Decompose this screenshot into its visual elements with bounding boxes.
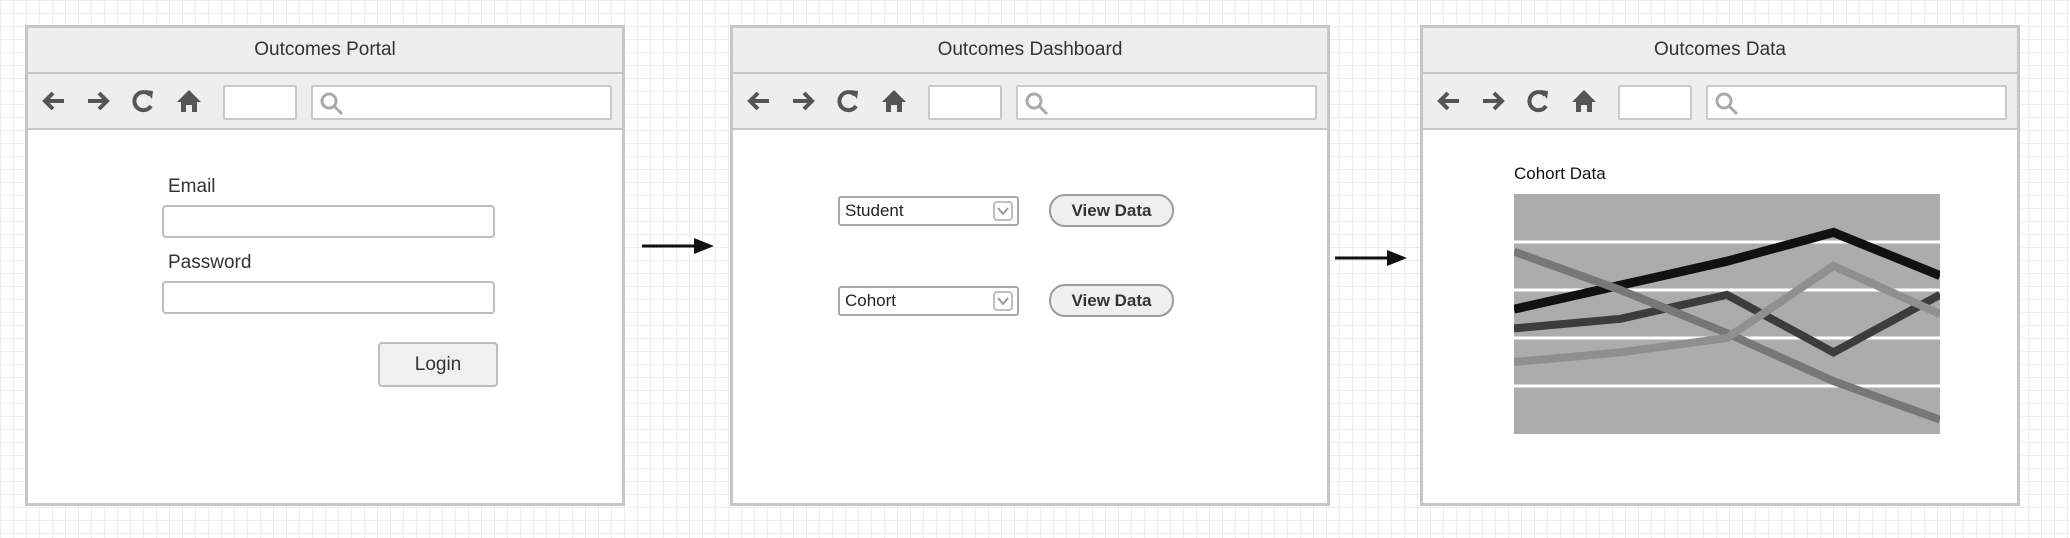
chevron-down-icon	[993, 201, 1013, 221]
window-title: Outcomes Portal	[28, 28, 622, 74]
window-title: Outcomes Dashboard	[733, 28, 1327, 74]
window-title: Outcomes Data	[1423, 28, 2017, 74]
outcomes-data-window: Outcomes Data Cohort Data	[1420, 25, 2020, 506]
outcomes-portal-window: Outcomes Portal Email Password Login	[25, 25, 625, 506]
login-button[interactable]: Login	[378, 342, 498, 387]
browser-toolbar	[1423, 74, 2017, 130]
search-icon	[320, 92, 344, 116]
cohort-line-chart	[1514, 194, 1940, 434]
browser-toolbar	[733, 74, 1327, 130]
search-field[interactable]	[311, 85, 612, 120]
home-icon[interactable]	[1570, 87, 1598, 115]
student-select[interactable]: Student	[838, 196, 1019, 226]
browser-toolbar	[28, 74, 622, 130]
back-arrow-icon[interactable]	[40, 87, 68, 115]
select-value: Student	[845, 201, 904, 220]
email-label: Email	[168, 176, 216, 197]
search-field[interactable]	[1706, 85, 2007, 120]
search-field[interactable]	[1016, 85, 1317, 120]
address-field[interactable]	[928, 85, 1002, 120]
view-data-button[interactable]: View Data	[1049, 284, 1174, 317]
email-field[interactable]	[162, 205, 495, 238]
search-icon	[1715, 92, 1739, 116]
forward-arrow-icon[interactable]	[789, 87, 817, 115]
flow-arrow-icon	[642, 238, 714, 254]
cohort-select[interactable]: Cohort	[838, 286, 1019, 316]
address-field[interactable]	[1618, 85, 1692, 120]
reload-icon[interactable]	[834, 87, 862, 115]
forward-arrow-icon[interactable]	[1479, 87, 1507, 115]
reload-icon[interactable]	[129, 87, 157, 115]
search-icon	[1025, 92, 1049, 116]
flow-arrow-icon	[1335, 250, 1407, 266]
password-field[interactable]	[162, 281, 495, 314]
select-value: Cohort	[845, 291, 897, 310]
back-arrow-icon[interactable]	[745, 87, 773, 115]
reload-icon[interactable]	[1524, 87, 1552, 115]
home-icon[interactable]	[880, 87, 908, 115]
chart-title: Cohort Data	[1514, 164, 1606, 183]
outcomes-dashboard-window: Outcomes Dashboard Student View Data Coh…	[730, 25, 1330, 506]
back-arrow-icon[interactable]	[1435, 87, 1463, 115]
password-label: Password	[168, 252, 252, 273]
view-data-button[interactable]: View Data	[1049, 194, 1174, 227]
forward-arrow-icon[interactable]	[84, 87, 112, 115]
chevron-down-icon	[993, 291, 1013, 311]
home-icon[interactable]	[175, 87, 203, 115]
address-field[interactable]	[223, 85, 297, 120]
